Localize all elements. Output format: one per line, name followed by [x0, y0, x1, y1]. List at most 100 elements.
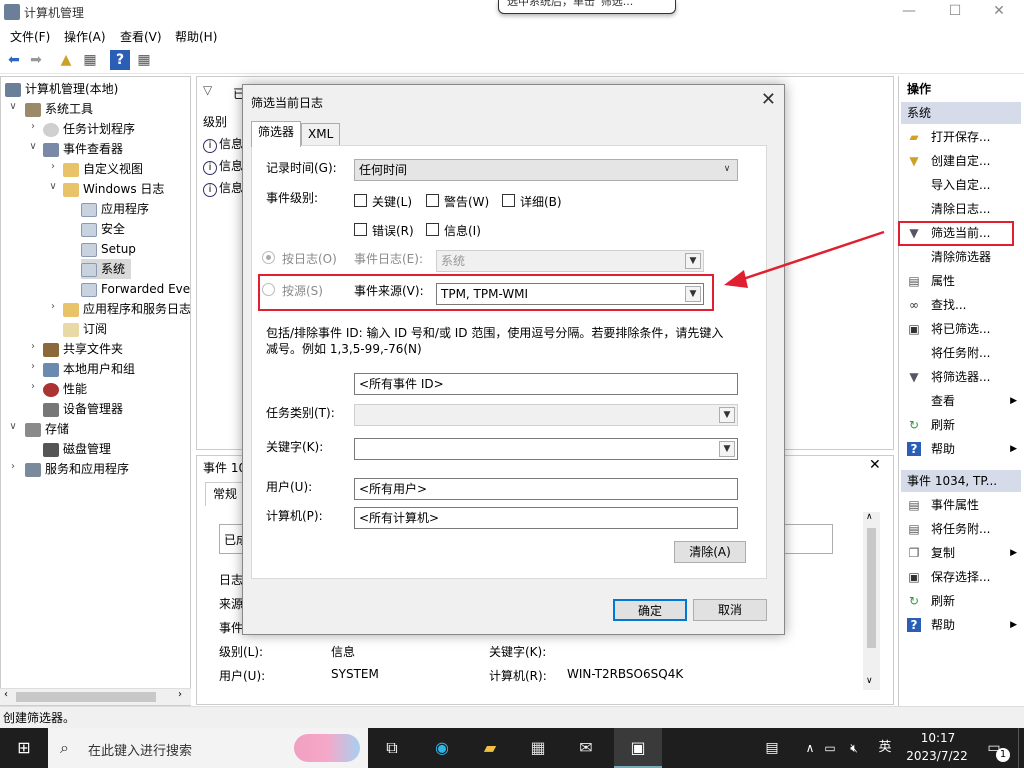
action-help[interactable]: ? 帮助 ▶ [901, 438, 1021, 460]
keywords-select[interactable]: ▼ [354, 438, 738, 460]
action-create-custom[interactable]: ▼ 创建自定... [901, 150, 1021, 172]
checkbox-warning[interactable] [426, 194, 439, 207]
action-find[interactable]: ∞ 查找... [901, 294, 1021, 316]
event-row[interactable]: i 信息 [203, 157, 243, 175]
action-refresh-event[interactable]: ↻ 刷新 [901, 590, 1021, 612]
back-arrow-icon[interactable]: ⬅ [4, 50, 24, 70]
close-window-button[interactable]: ✕ [976, 0, 1022, 24]
tab-filter[interactable]: 筛选器 [251, 121, 302, 147]
menu-action[interactable]: 操作(A) [64, 28, 106, 45]
collapse-arrow-icon[interactable]: ∨ [27, 141, 39, 152]
volume-muted-icon[interactable]: 🔇︎ [842, 728, 866, 768]
collapse-arrow-icon[interactable]: ∨ [7, 421, 19, 432]
maximize-button[interactable]: ☐ [932, 0, 978, 24]
details-vertical-scrollbar[interactable]: ∧ ∨ [863, 512, 880, 690]
scrollbar-thumb[interactable] [16, 692, 156, 702]
checkbox-error[interactable] [354, 223, 367, 236]
file-explorer-icon[interactable]: ▰ [470, 728, 510, 768]
event-row[interactable]: i 信息 [203, 135, 243, 153]
show-hide-action-pane-icon[interactable]: ▦ [134, 50, 154, 70]
expand-arrow-icon[interactable]: › [7, 461, 19, 472]
collapse-arrow-icon[interactable]: ∨ [7, 101, 19, 112]
tree-item-system-tools[interactable]: 系统工具 [25, 99, 93, 119]
help-icon[interactable]: ? [110, 50, 130, 70]
expand-arrow-icon[interactable]: › [27, 121, 39, 132]
show-hide-tree-icon[interactable]: ▦ [80, 50, 100, 70]
expand-arrow-icon[interactable]: › [27, 381, 39, 392]
tree-item-system[interactable]: 系统 [81, 259, 132, 279]
close-details-icon[interactable]: ✕ [869, 457, 881, 473]
action-view[interactable]: 查看 ▶ [901, 390, 1021, 412]
tree-item-local-users-groups[interactable]: 本地用户和组 [43, 359, 135, 379]
tree-item-task-scheduler[interactable]: 任务计划程序 [43, 119, 135, 139]
tree-item-performance[interactable]: 性能 [43, 379, 87, 399]
action-open-saved[interactable]: ▰ 打开保存... [901, 126, 1021, 148]
action-copy[interactable]: ❐ 复制 ▶ [901, 542, 1021, 564]
dialog-close-button[interactable]: ✕ [761, 89, 776, 110]
computer-management-taskbar-icon[interactable]: ▣ [614, 728, 662, 768]
show-hidden-icons-icon[interactable]: ∧ [800, 728, 820, 768]
scroll-up-icon[interactable]: ∧ [866, 512, 873, 522]
tree-item-disk-management[interactable]: 磁盘管理 [43, 439, 111, 459]
action-clear-log[interactable]: 清除日志... [901, 198, 1021, 220]
event-row[interactable]: i 信息 [203, 179, 243, 197]
radio-by-log[interactable] [262, 251, 275, 264]
tree-item-shared-folders[interactable]: 共享文件夹 [43, 339, 123, 359]
tree-item-storage[interactable]: 存储 [25, 419, 69, 439]
user-input[interactable]: <所有用户> [354, 478, 738, 500]
tree-item-services-apps[interactable]: 服务和应用程序 [25, 459, 129, 479]
actions-section-system[interactable]: 系统 [901, 102, 1021, 124]
clock-date[interactable]: 2023/7/22 [900, 749, 974, 763]
task-category-select[interactable]: ▼ [354, 404, 738, 426]
computer-input[interactable]: <所有计算机> [354, 507, 738, 529]
action-help-event[interactable]: ? 帮助 ▶ [901, 614, 1021, 636]
up-folder-icon[interactable]: ▲ [56, 50, 76, 70]
minimize-button[interactable]: — [886, 0, 932, 24]
event-log-select[interactable]: 系统 ▼ [436, 250, 704, 272]
tree-item-device-manager[interactable]: 设备管理器 [43, 399, 123, 419]
scroll-right-icon[interactable]: › [178, 689, 182, 700]
windows-start-icon[interactable]: ⊞ [0, 728, 48, 768]
tree-item-app-service-logs[interactable]: 应用程序和服务日志 [63, 299, 190, 319]
scroll-left-icon[interactable]: ‹ [4, 689, 8, 700]
column-header-level[interactable]: 级别 [203, 113, 227, 130]
action-refresh[interactable]: ↻ 刷新 [901, 414, 1021, 436]
expand-arrow-icon[interactable]: › [27, 341, 39, 352]
tree-item-event-viewer[interactable]: 事件查看器 [43, 139, 123, 159]
tree-item-subscriptions[interactable]: 订阅 [63, 319, 107, 339]
expand-arrow-icon[interactable]: › [47, 301, 59, 312]
action-attach-task-event[interactable]: ▤ 将任务附... [901, 518, 1021, 540]
action-save-filter[interactable]: ▼ 将筛选器... [901, 366, 1021, 388]
tree-horizontal-scrollbar[interactable]: ‹ › [0, 688, 191, 705]
checkbox-critical[interactable] [354, 194, 367, 207]
mail-icon[interactable]: ✉ [566, 728, 606, 768]
action-save-filtered[interactable]: ▣ 将已筛选... [901, 318, 1021, 340]
show-desktop-button[interactable] [1018, 728, 1024, 768]
clock-time[interactable]: 10:17 [916, 731, 960, 745]
tab-general[interactable]: 常规 [205, 482, 245, 506]
action-save-selection[interactable]: ▣ 保存选择... [901, 566, 1021, 588]
action-attach-task[interactable]: 将任务附... [901, 342, 1021, 364]
event-id-input[interactable]: <所有事件 ID> [354, 373, 738, 395]
ok-button[interactable]: 确定 [613, 599, 687, 621]
news-widget-icon[interactable]: ▤ [756, 728, 788, 768]
tree-item-application[interactable]: 应用程序 [81, 199, 149, 219]
tree-item-windows-logs[interactable]: Windows 日志 [63, 179, 164, 199]
network-icon[interactable]: ▭ [820, 728, 840, 768]
scroll-down-icon[interactable]: ∨ [866, 676, 873, 686]
actions-section-event[interactable]: 事件 1034, TP... [901, 470, 1021, 492]
input-method-indicator[interactable]: 英 [872, 728, 898, 768]
clear-button[interactable]: 清除(A) [674, 541, 746, 563]
logged-select[interactable]: 任何时间 ∨ [354, 159, 738, 181]
menu-help[interactable]: 帮助(H) [175, 28, 217, 45]
tree-item-setup[interactable]: Setup [81, 239, 136, 259]
cancel-button[interactable]: 取消 [693, 599, 767, 621]
action-event-properties[interactable]: ▤ 事件属性 [901, 494, 1021, 516]
collapse-arrow-icon[interactable]: ∨ [47, 181, 59, 192]
microsoft-store-icon[interactable]: ▦ [518, 728, 558, 768]
tab-xml[interactable]: XML [301, 123, 341, 145]
tree-item-forwarded-events[interactable]: Forwarded Eve [81, 279, 190, 299]
scrollbar-thumb[interactable] [867, 528, 876, 648]
forward-arrow-icon[interactable]: ➡ [26, 50, 46, 70]
menu-file[interactable]: 文件(F) [10, 28, 50, 45]
